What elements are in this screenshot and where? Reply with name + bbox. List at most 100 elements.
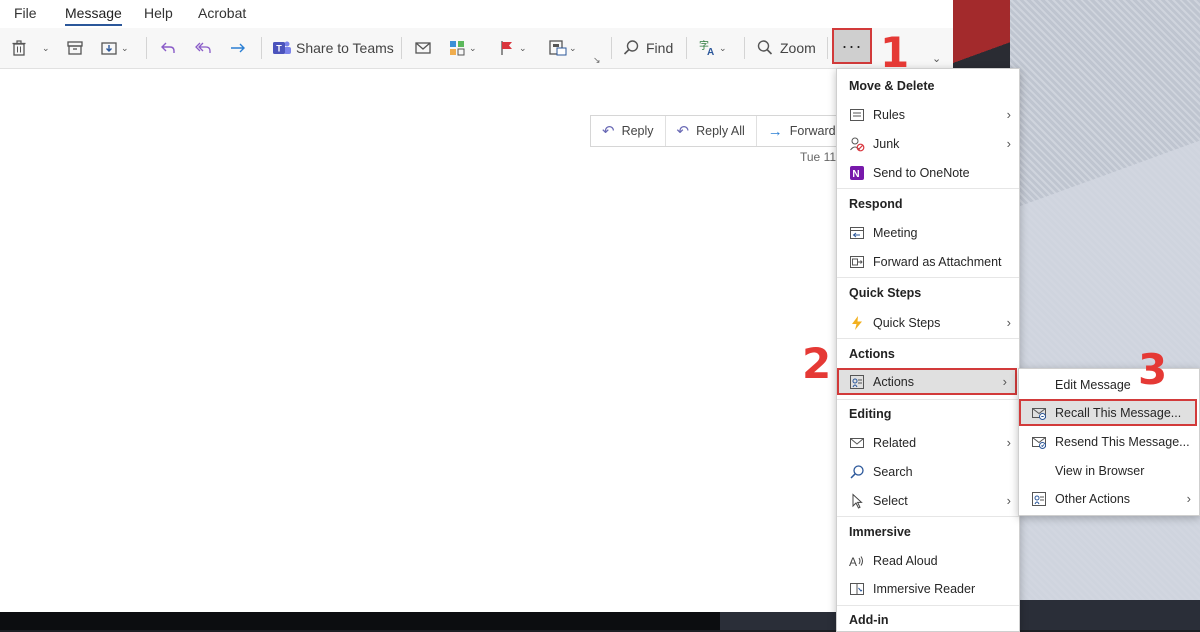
blank-icon [1031,463,1047,479]
section-quick-steps: Quick Steps [849,286,922,300]
zoom-button[interactable]: Zoom [756,34,816,62]
more-commands-button[interactable]: ··· [832,28,872,64]
tab-help[interactable]: Help [144,5,173,21]
chevron-right-icon: › [1006,435,1011,450]
menu-label-related: Related [873,435,917,450]
menu-label-read-aloud: Read Aloud [873,553,938,568]
teams-icon: T [272,39,291,57]
svg-text:A: A [849,555,857,569]
read-aloud-icon: A [849,553,865,569]
chevron-right-icon: › [1006,493,1011,508]
unread-button[interactable] [414,34,432,62]
dialog-launcher-icon[interactable]: ↘ [593,55,601,66]
reply-all-ribbon-button[interactable] [194,34,212,62]
translate-button[interactable]: 字A ⌄ [698,34,727,62]
chevron-down-icon[interactable]: ⌄ [469,43,477,54]
expand-ribbon-icon[interactable]: ⌄ [932,52,941,65]
move-button[interactable]: ⌄ [100,34,129,62]
background-light-shape [1010,0,1200,630]
svg-text:A: A [707,47,714,57]
delete-button[interactable]: ⌄ [10,34,50,62]
menu-item-immersive-reader[interactable]: Immersive Reader [837,575,1019,602]
menu-item-select[interactable]: Select › [837,487,1019,514]
menu-label-send-onenote: Send to OneNote [873,165,970,180]
message-date: Tue 11 [800,150,837,164]
reply-all-icon [194,39,212,57]
forward-button[interactable]: → Forward [757,116,847,146]
menu-item-search[interactable]: Search [837,458,1019,485]
archive-button[interactable] [66,34,84,62]
related-icon [849,435,865,451]
menu-label-view-browser: View in Browser [1055,463,1145,478]
reading-pane-response-bar: ↶ Reply ↶ Reply All → Forward [590,115,841,147]
menu-item-junk[interactable]: Junk › [837,130,1019,157]
forward-arrow-icon: → [767,122,783,140]
svg-text:N: N [852,169,859,180]
menu-label-quick-steps: Quick Steps [873,315,941,330]
menu-item-view-browser[interactable]: View in Browser [1019,457,1199,484]
chevron-down-icon[interactable]: ⌄ [42,43,50,54]
chevron-down-icon[interactable]: ⌄ [121,43,129,54]
menu-divider [837,605,1019,606]
zoom-icon [756,39,774,57]
tab-message[interactable]: Message [65,5,122,26]
menu-divider [837,399,1019,400]
forward-ribbon-button[interactable] [229,34,247,62]
menu-label-select: Select [873,493,908,508]
menu-label-rules: Rules [873,107,905,122]
outlook-message-window: File Message Help Acrobat ⌄ ⌄ T Share to… [0,0,953,612]
menu-item-resend-message[interactable]: Resend This Message... [1019,428,1199,455]
menu-item-edit-message[interactable]: Edit Message [1019,371,1199,398]
categorize-button[interactable]: ⌄ [448,34,477,62]
reply-button[interactable]: ↶ Reply [591,116,666,146]
menu-item-related[interactable]: Related › [837,429,1019,456]
menu-label-immersive-reader: Immersive Reader [873,581,976,596]
junk-icon [849,136,865,152]
section-actions: Actions [849,347,895,361]
chevron-down-icon[interactable]: ⌄ [719,43,727,54]
chevron-right-icon: › [1002,374,1007,389]
share-to-teams-label: Share to Teams [296,40,394,56]
chevron-down-icon[interactable]: ⌄ [569,43,577,54]
menu-item-send-onenote[interactable]: N Send to OneNote [837,159,1019,186]
tab-acrobat[interactable]: Acrobat [198,5,246,21]
ribbon-toolbar: ⌄ ⌄ T Share to Teams ⌄ ⌄ ⌄ ↘ Find 字 A ⌄ … [0,28,953,69]
menu-item-recall-message[interactable]: Recall This Message... [1019,399,1197,426]
reply-ribbon-button[interactable] [159,34,177,62]
menu-label-edit-message: Edit Message [1055,377,1131,392]
section-addin: Add-in [849,613,889,627]
menu-item-read-aloud[interactable]: A Read Aloud [837,547,1019,574]
resend-message-icon [1031,434,1047,450]
menu-label-search: Search [873,464,913,479]
menu-divider [837,338,1019,339]
reply-icon [159,39,177,57]
find-button[interactable]: Find [622,34,673,62]
menu-item-quick-steps[interactable]: Quick Steps › [837,309,1019,336]
tab-file[interactable]: File [14,5,37,21]
chevron-down-icon[interactable]: ⌄ [519,43,527,54]
menu-item-rules[interactable]: Rules › [837,101,1019,128]
chevron-right-icon: › [1006,107,1011,122]
menu-item-actions[interactable]: Actions › [837,368,1017,395]
section-move-delete: Move & Delete [849,79,935,93]
menu-item-forward-attachment[interactable]: Forward as Attachment [837,248,1019,275]
other-actions-icon [1031,491,1047,507]
find-label: Find [646,40,674,56]
reply-label: Reply [621,124,654,138]
categorize-icon [448,39,466,57]
section-immersive: Immersive [849,525,911,539]
reply-icon: ↶ [602,123,615,140]
forward-label: Forward [789,124,836,138]
search-icon [849,464,865,480]
menu-divider [837,277,1019,278]
reply-all-button[interactable]: ↶ Reply All [666,116,757,146]
menu-item-other-actions[interactable]: Other Actions › [1019,485,1199,512]
policy-button[interactable]: ⌄ [548,34,577,62]
ribbon-separator [146,37,147,59]
menu-label-forward-attachment: Forward as Attachment [873,254,1002,269]
menu-item-meeting[interactable]: Meeting [837,219,1019,246]
share-to-teams-button[interactable]: T Share to Teams [272,34,394,62]
flag-button[interactable]: ⌄ [498,34,527,62]
chevron-right-icon: › [1006,136,1011,151]
menu-label-other-actions: Other Actions [1055,491,1131,506]
